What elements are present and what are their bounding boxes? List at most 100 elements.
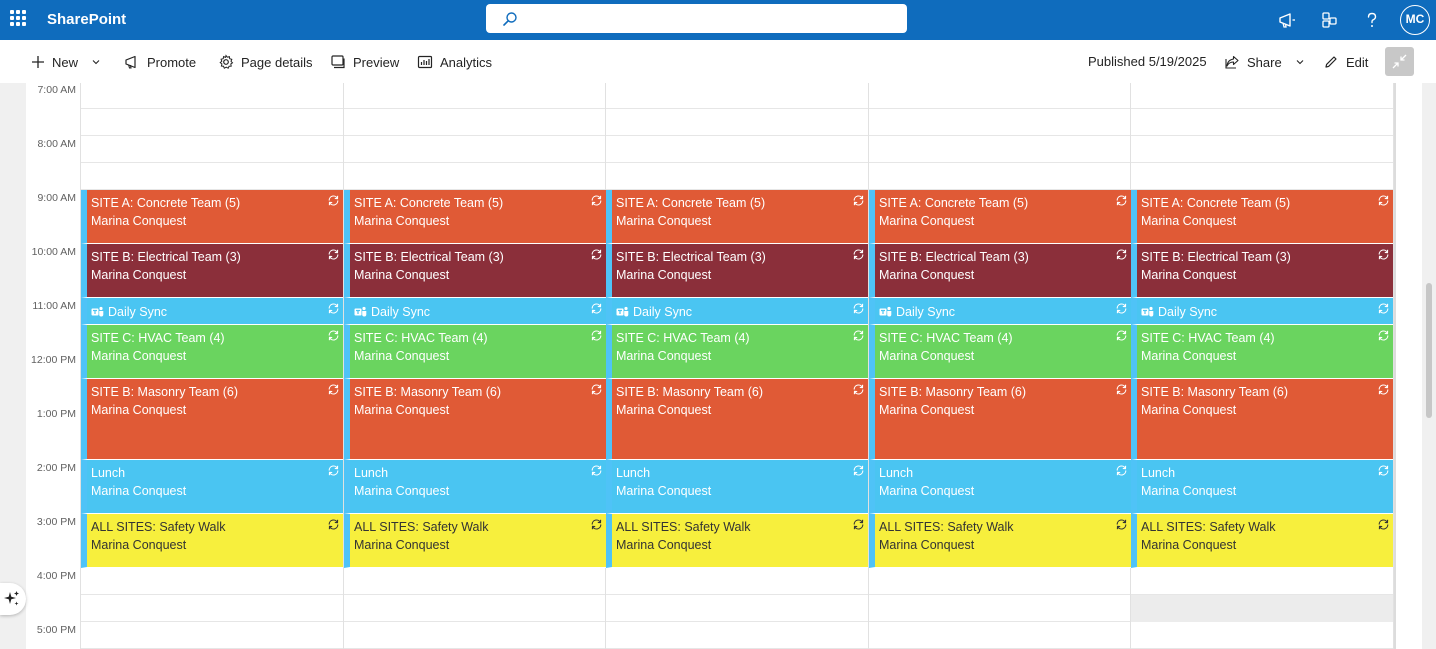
calendar-event[interactable]: ALL SITES: Safety Walk Marina Conquest <box>606 514 868 568</box>
recurring-icon <box>853 384 864 395</box>
new-button[interactable]: New <box>31 53 101 71</box>
calendar-event[interactable]: SITE B: Masonry Team (6) Marina Conquest <box>869 379 1131 460</box>
event-title-text: Daily Sync <box>108 305 168 319</box>
time-label: 7:00 AM <box>37 84 76 96</box>
calendar-event[interactable]: ALL SITES: Safety Walk Marina Conquest <box>869 514 1131 568</box>
calendar-event[interactable]: SITE C: HVAC Team (4) Marina Conquest <box>81 325 343 379</box>
calendar-event[interactable]: SITE B: Masonry Team (6) Marina Conquest <box>606 379 868 460</box>
sparkle-icon <box>4 591 19 606</box>
calendar-event[interactable]: Lunch Marina Conquest <box>869 460 1131 514</box>
calendar-event[interactable]: SITE B: Electrical Team (3) Marina Conque… <box>1131 244 1393 298</box>
calendar-event[interactable]: Lunch Marina Conquest <box>344 460 606 514</box>
share-button[interactable]: Share <box>1224 53 1305 71</box>
event-title-text: SITE C: HVAC Team (4) <box>616 331 750 345</box>
megaphone-icon[interactable] <box>1276 9 1298 31</box>
event-title: Daily Sync <box>1141 303 1393 321</box>
new-label: New <box>52 54 79 70</box>
event-title: ALL SITES: Safety Walk <box>91 518 343 536</box>
page-details-label: Page details <box>241 54 313 70</box>
calendar-event[interactable]: SITE C: HVAC Team (4) Marina Conquest <box>606 325 868 379</box>
calendar-event[interactable]: SITE A: Concrete Team (5) Marina Conquest <box>869 190 1131 244</box>
event-title-text: SITE B: Masonry Team (6) <box>616 385 764 399</box>
calendar-event[interactable]: SITE A: Concrete Team (5) Marina Conquest <box>344 190 606 244</box>
event-title-text: SITE C: HVAC Team (4) <box>354 331 488 345</box>
preview-button[interactable]: Preview <box>330 53 399 71</box>
event-title: SITE B: Electrical Team (3) <box>879 248 1131 266</box>
recurring-icon <box>328 330 339 341</box>
time-label: 2:00 PM <box>36 462 76 474</box>
calendar-event[interactable]: SITE C: HVAC Team (4) Marina Conquest <box>1131 325 1393 379</box>
calendar-event[interactable]: SITE A: Concrete Team (5) Marina Conquest <box>81 190 343 244</box>
calendar-event[interactable]: Lunch Marina Conquest <box>606 460 868 514</box>
teams-icon <box>879 306 892 317</box>
event-organizer: Marina Conquest <box>354 268 450 282</box>
calendar-event[interactable]: SITE A: Concrete Team (5) Marina Conquest <box>1131 190 1393 244</box>
event-organizer: Marina Conquest <box>1141 403 1237 417</box>
help-icon[interactable] <box>1361 9 1383 31</box>
recurring-icon <box>853 249 864 260</box>
calendar-event[interactable]: SITE B: Masonry Team (6) Marina Conquest <box>344 379 606 460</box>
event-title-text: ALL SITES: Safety Walk <box>1141 520 1276 534</box>
calendar-event[interactable]: SITE B: Electrical Team (3) Marina Conque… <box>869 244 1131 298</box>
teams-icon <box>616 306 629 317</box>
search-input[interactable] <box>486 4 907 33</box>
time-label: 12:00 PM <box>31 354 76 366</box>
scrollbar-thumb[interactable] <box>1426 283 1432 418</box>
time-label: 4:00 PM <box>36 570 76 582</box>
event-title-text: SITE C: HVAC Team (4) <box>1141 331 1275 345</box>
calendar-event[interactable]: Daily Sync <box>869 298 1131 325</box>
calendar-event[interactable]: SITE A: Concrete Team (5) Marina Conquest <box>606 190 868 244</box>
apps-icon[interactable] <box>1318 9 1340 31</box>
event-organizer: Marina Conquest <box>91 349 187 363</box>
event-title-text: SITE C: HVAC Team (4) <box>91 331 225 345</box>
recurring-icon <box>1116 249 1127 260</box>
event-title-text: SITE A: Concrete Team (5) <box>354 196 504 210</box>
calendar-event[interactable]: SITE B: Masonry Team (6) Marina Conquest <box>1131 379 1393 460</box>
event-title: SITE B: Electrical Team (3) <box>616 248 868 266</box>
calendar-event[interactable]: SITE B: Electrical Team (3) Marina Conque… <box>344 244 606 298</box>
calendar-event[interactable]: SITE C: HVAC Team (4) Marina Conquest <box>869 325 1131 379</box>
calendar-event[interactable]: Daily Sync <box>1131 298 1393 325</box>
edit-button[interactable]: Edit <box>1323 53 1368 71</box>
copilot-button[interactable] <box>0 583 26 615</box>
chevron-down-icon <box>1296 60 1304 65</box>
calendar-event[interactable]: Daily Sync <box>81 298 343 325</box>
event-organizer: Marina Conquest <box>616 403 712 417</box>
calendar-event[interactable]: SITE B: Electrical Team (3) Marina Conque… <box>606 244 868 298</box>
event-title-text: Daily Sync <box>1158 305 1218 319</box>
waffle-icon[interactable] <box>10 10 26 26</box>
event-title-text: SITE B: Electrical Team (3) <box>616 250 766 264</box>
recurring-icon <box>1378 330 1389 341</box>
event-title: Daily Sync <box>354 303 606 321</box>
event-title-text: SITE B: Masonry Team (6) <box>1141 385 1289 399</box>
plus-icon <box>32 56 44 68</box>
calendar-event[interactable]: Lunch Marina Conquest <box>1131 460 1393 514</box>
event-title-text: ALL SITES: Safety Walk <box>354 520 489 534</box>
suite-bar: SharePoint MC <box>0 0 1436 40</box>
avatar[interactable]: MC <box>1400 5 1430 35</box>
calendar-event[interactable]: SITE C: HVAC Team (4) Marina Conquest <box>344 325 606 379</box>
calendar-event[interactable]: SITE B: Masonry Team (6) Marina Conquest <box>81 379 343 460</box>
event-title-text: SITE B: Electrical Team (3) <box>354 250 504 264</box>
event-title: SITE A: Concrete Team (5) <box>91 194 343 212</box>
time-label: 8:00 AM <box>37 138 76 150</box>
recurring-icon <box>328 384 339 395</box>
calendar-event[interactable]: ALL SITES: Safety Walk Marina Conquest <box>81 514 343 568</box>
calendar-event[interactable]: Daily Sync <box>606 298 868 325</box>
event-title-text: Daily Sync <box>896 305 956 319</box>
app-name[interactable]: SharePoint <box>47 11 126 28</box>
analytics-button[interactable]: Analytics <box>417 53 492 71</box>
calendar-event[interactable]: SITE B: Electrical Team (3) Marina Conque… <box>81 244 343 298</box>
event-title: SITE B: Electrical Team (3) <box>354 248 606 266</box>
command-bar: New Promote Page details Preview Analyti… <box>0 40 1436 83</box>
calendar-event[interactable]: Daily Sync <box>344 298 606 325</box>
promote-button[interactable]: Promote <box>124 53 196 71</box>
page-details-button[interactable]: Page details <box>218 53 313 71</box>
calendar-event[interactable]: Lunch Marina Conquest <box>81 460 343 514</box>
collapse-button[interactable] <box>1385 47 1414 76</box>
calendar-event[interactable]: ALL SITES: Safety Walk Marina Conquest <box>344 514 606 568</box>
event-title-text: Lunch <box>91 466 126 480</box>
calendar-event[interactable]: ALL SITES: Safety Walk Marina Conquest <box>1131 514 1393 568</box>
selected-time-slot[interactable] <box>1131 595 1393 622</box>
event-title-text: SITE B: Electrical Team (3) <box>879 250 1029 264</box>
